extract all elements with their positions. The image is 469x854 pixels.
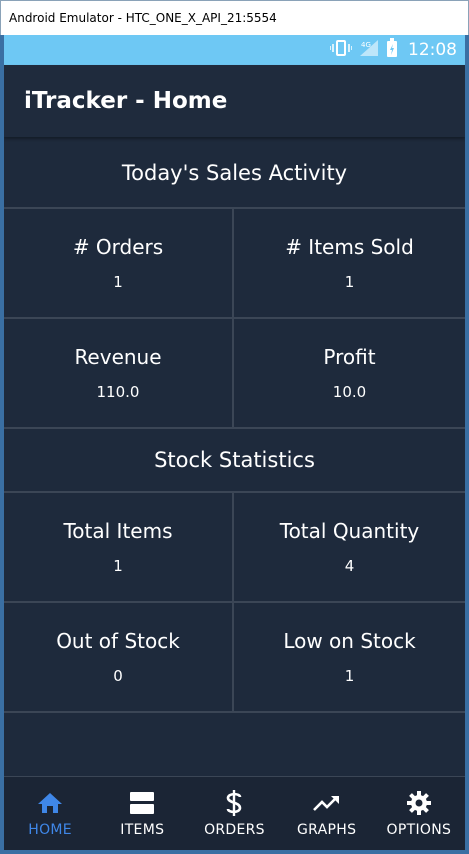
stat-revenue: Revenue 110.0 [4, 319, 234, 429]
stat-total-items: Total Items 1 [4, 493, 234, 603]
vibrate-icon [329, 39, 353, 62]
items-icon [129, 789, 155, 817]
stat-items-sold: # Items Sold 1 [234, 209, 465, 319]
signal-icon: 4G [358, 39, 380, 62]
sales-section-title: Today's Sales Activity [4, 139, 465, 209]
nav-label: ORDERS [204, 822, 265, 838]
stat-value: 10.0 [332, 383, 367, 401]
stat-value: 0 [113, 667, 123, 685]
stat-value: 1 [113, 273, 123, 291]
stat-label: Profit [323, 345, 376, 369]
stock-section: Stock Statistics Total Items 1 Total Qua… [4, 429, 465, 713]
trending-icon [312, 789, 341, 817]
stat-label: # Items Sold [285, 235, 414, 259]
dollar-icon [224, 789, 244, 817]
nav-label: HOME [28, 822, 72, 838]
stat-label: Total Quantity [279, 519, 420, 543]
stat-label: Low on Stock [283, 629, 416, 653]
stat-out-of-stock: Out of Stock 0 [4, 603, 234, 713]
stat-value: 1 [344, 667, 355, 685]
stat-orders: # Orders 1 [4, 209, 234, 319]
nav-label: GRAPHS [297, 822, 357, 838]
sales-section: Today's Sales Activity # Orders 1 # Item… [4, 139, 465, 429]
nav-options[interactable]: OPTIONS [373, 789, 465, 838]
status-bar: 4G 12:08 [4, 35, 465, 65]
home-content: Today's Sales Activity # Orders 1 # Item… [4, 139, 465, 713]
stat-label: Out of Stock [56, 629, 180, 653]
page-title: iTracker - Home [24, 88, 228, 114]
nav-graphs[interactable]: GRAPHS [281, 789, 373, 838]
stat-value: 110.0 [96, 383, 140, 401]
stat-label: Total Items [63, 519, 173, 543]
status-time: 12:08 [408, 40, 457, 60]
bottom-navigation: HOME ITEMS ORDERS GRAPHS OPTIONS [4, 776, 465, 850]
nav-items[interactable]: ITEMS [96, 789, 188, 838]
stat-low-on-stock: Low on Stock 1 [234, 603, 465, 713]
stat-value: 4 [344, 557, 355, 575]
nav-label: ITEMS [120, 822, 165, 838]
nav-home[interactable]: HOME [4, 789, 96, 838]
stat-label: Revenue [74, 345, 162, 369]
stat-total-quantity: Total Quantity 4 [234, 493, 465, 603]
stat-label: # Orders [72, 235, 164, 259]
home-icon [37, 789, 63, 817]
window-title-bar: Android Emulator - HTC_ONE_X_API_21:5554 [0, 0, 469, 35]
stat-value: 1 [344, 273, 355, 291]
stock-section-title: Stock Statistics [4, 429, 465, 493]
gear-icon [406, 789, 432, 817]
nav-label: OPTIONS [386, 822, 452, 838]
stat-profit: Profit 10.0 [234, 319, 465, 429]
app-bar: iTracker - Home [4, 65, 465, 137]
stock-stats-grid: Total Items 1 Total Quantity 4 Out of St… [4, 493, 465, 713]
sales-stats-grid: # Orders 1 # Items Sold 1 Revenue 110.0 … [4, 209, 465, 429]
battery-icon [386, 37, 398, 63]
stat-value: 1 [113, 557, 123, 575]
emulator-screen: 4G 12:08 iTracker - Home Today's Sales A… [0, 35, 469, 854]
network-type-label: 4G [361, 41, 371, 49]
window-title: Android Emulator - HTC_ONE_X_API_21:5554 [9, 11, 277, 25]
nav-orders[interactable]: ORDERS [188, 789, 280, 838]
